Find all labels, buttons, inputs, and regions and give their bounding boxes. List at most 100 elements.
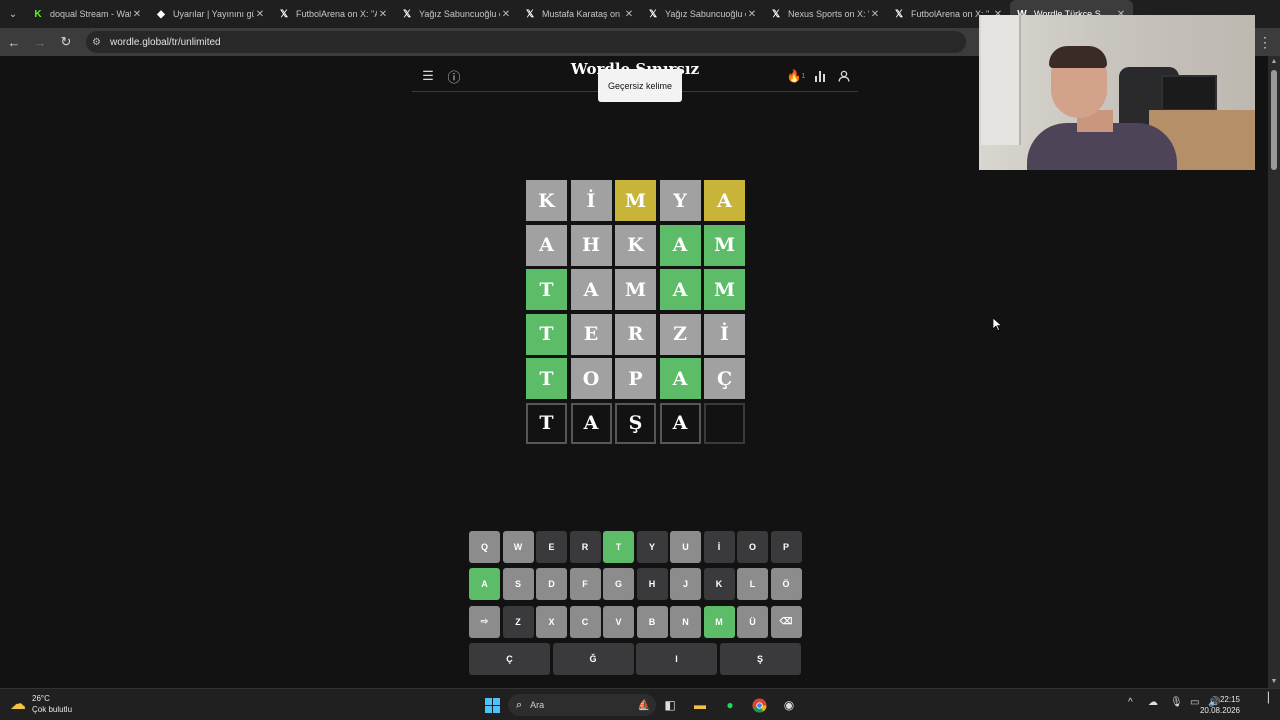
key-d[interactable]: D	[536, 568, 567, 601]
browser-tab[interactable]: 𝕏 Mustafa Karataş on X ✕	[518, 0, 641, 28]
scrollbar-thumb[interactable]	[1271, 70, 1277, 170]
backspace-key[interactable]: ⌫	[770, 605, 802, 638]
key-e[interactable]: E	[536, 531, 567, 563]
key-i̇[interactable]: İ	[703, 531, 735, 563]
key-r[interactable]: R	[569, 531, 601, 563]
key-b[interactable]: B	[636, 605, 668, 638]
stats-icon[interactable]	[810, 66, 830, 86]
board-tile: A	[704, 180, 745, 221]
scroll-up-icon[interactable]: ▲	[1268, 56, 1280, 68]
key-f[interactable]: F	[569, 568, 601, 601]
chrome-icon[interactable]	[749, 695, 769, 715]
key-p[interactable]: P	[770, 531, 802, 563]
key-j[interactable]: J	[670, 568, 701, 601]
board-tile: M	[615, 180, 656, 221]
address-bar[interactable]: ⚙ wordle.global/tr/unlimited	[86, 31, 966, 53]
board-tile: R	[615, 313, 656, 355]
key-ğ[interactable]: Ğ	[552, 642, 634, 675]
key-c[interactable]: C	[569, 605, 601, 638]
key-l[interactable]: L	[737, 568, 768, 601]
browser-tab[interactable]: 𝕏 Yağız Sabuncuoğlu o ✕	[395, 0, 518, 28]
forward-button[interactable]: →	[28, 30, 52, 54]
key-s[interactable]: S	[502, 568, 534, 601]
key-n[interactable]: N	[670, 605, 701, 638]
file-explorer-icon[interactable]: ▬	[690, 695, 710, 715]
tab-favicon-icon: 𝕏	[894, 8, 904, 20]
tab-favicon-icon: 𝕏	[648, 8, 658, 20]
key-x[interactable]: X	[536, 605, 567, 638]
scrollbar[interactable]: ▲ ▼	[1268, 56, 1280, 688]
webcam-overlay	[979, 15, 1255, 170]
spotify-icon[interactable]: ●	[720, 695, 740, 715]
start-icon[interactable]	[482, 695, 502, 715]
reload-button[interactable]: ↻	[54, 30, 78, 54]
keyboard-row: ÇĞIŞ	[469, 642, 802, 675]
key-v[interactable]: V	[603, 605, 634, 638]
streak-icon[interactable]: 🔥 1	[786, 66, 806, 86]
browser-tab[interactable]: Kdoqual Stream - Wat ✕	[26, 0, 149, 28]
key-ö[interactable]: Ö	[770, 568, 802, 601]
browser-tab[interactable]: 𝕏 FutbolArena on X: "A ✕	[272, 0, 395, 28]
key-g[interactable]: G	[603, 568, 634, 601]
game-board: KİMYAAHKAMTAMAMTERZİTOPAÇTAŞA	[526, 180, 746, 444]
tab-title: Uyarılar | Yayınını güç	[173, 9, 254, 19]
network-icon[interactable]: ▭	[1190, 697, 1199, 708]
board-tile: E	[570, 313, 612, 355]
close-tab-icon[interactable]: ✕	[746, 9, 758, 20]
microphone-icon[interactable]: 🎙	[1170, 697, 1183, 708]
key-a[interactable]: A	[469, 568, 500, 601]
key-k[interactable]: K	[703, 568, 735, 601]
key-w[interactable]: W	[502, 531, 534, 563]
browser-tab[interactable]: ◆ Uyarılar | Yayınını güç ✕	[149, 0, 272, 28]
close-tab-icon[interactable]: ✕	[377, 9, 389, 20]
board-tile: Z	[659, 313, 701, 355]
tray-overflow-icon[interactable]: ^	[1128, 697, 1133, 708]
keyboard: Q W E R T Y U İ O P A S D F G H J K L Ö ⇨ Z X C V B N M Ü ⌫ Ç Ğ I Ş	[469, 531, 802, 680]
task-view-icon[interactable]: ◧	[660, 695, 680, 715]
browser-tab[interactable]: 𝕏 Yağız Sabuncuoğlu o ✕	[641, 0, 764, 28]
key-m[interactable]: M	[703, 605, 735, 638]
key-t[interactable]: T	[603, 531, 634, 563]
close-tab-icon[interactable]: ✕	[869, 9, 881, 20]
board-tile	[704, 402, 745, 444]
key-u[interactable]: U	[670, 531, 701, 563]
key-ü[interactable]: Ü	[737, 605, 768, 638]
key-h[interactable]: H	[636, 568, 668, 601]
close-tab-icon[interactable]: ✕	[623, 9, 635, 20]
notification-icon[interactable]: ▏	[1268, 693, 1276, 704]
close-tab-icon[interactable]: ✕	[131, 9, 143, 20]
browser-menu-icon[interactable]: ⋮	[1258, 28, 1272, 56]
key-y[interactable]: Y	[636, 531, 668, 563]
mouse-cursor-icon	[992, 317, 1003, 336]
key-q[interactable]: Q	[469, 531, 500, 563]
weather-widget[interactable]: ☁ 26°C Çok bulutlu	[10, 693, 72, 715]
tab-title: Yağız Sabuncuoğlu o	[665, 9, 746, 19]
board-tile: O	[570, 358, 612, 399]
profile-icon[interactable]	[834, 66, 854, 86]
tab-favicon-icon: ◆	[157, 8, 165, 20]
key-z[interactable]: Z	[502, 605, 534, 638]
board-tile: T	[526, 313, 567, 355]
key-ş[interactable]: Ş	[719, 642, 801, 675]
app-icon[interactable]: ◉	[779, 695, 799, 715]
taskbar-search[interactable]: ⌕ Ara ⛵	[508, 694, 656, 716]
browser-tab[interactable]: 𝕏 Nexus Sports on X: " 2✕	[764, 0, 887, 28]
key-i[interactable]: I	[636, 642, 717, 675]
board-tile: T	[526, 269, 567, 310]
enter-key[interactable]: ⇨	[469, 605, 500, 638]
tab-search-button[interactable]: ⌄	[0, 0, 26, 28]
clock-date: 20.08.2026	[1199, 706, 1240, 715]
board-tile: M	[615, 269, 656, 310]
tray-cloud-icon[interactable]: ☁	[1148, 697, 1158, 708]
back-button[interactable]: ←	[2, 30, 26, 54]
close-tab-icon[interactable]: ✕	[254, 9, 266, 20]
clock[interactable]: 22:15 20.08.2026	[1200, 694, 1240, 716]
key-ç[interactable]: Ç	[469, 642, 550, 675]
board-tile: K	[526, 180, 567, 221]
site-info-icon[interactable]: ⚙	[92, 37, 106, 48]
tab-favicon-icon: K	[34, 8, 42, 20]
key-o[interactable]: O	[737, 531, 768, 563]
scroll-down-icon[interactable]: ▼	[1268, 676, 1280, 688]
board-tile: A	[659, 269, 701, 310]
close-tab-icon[interactable]: ✕	[500, 9, 512, 20]
